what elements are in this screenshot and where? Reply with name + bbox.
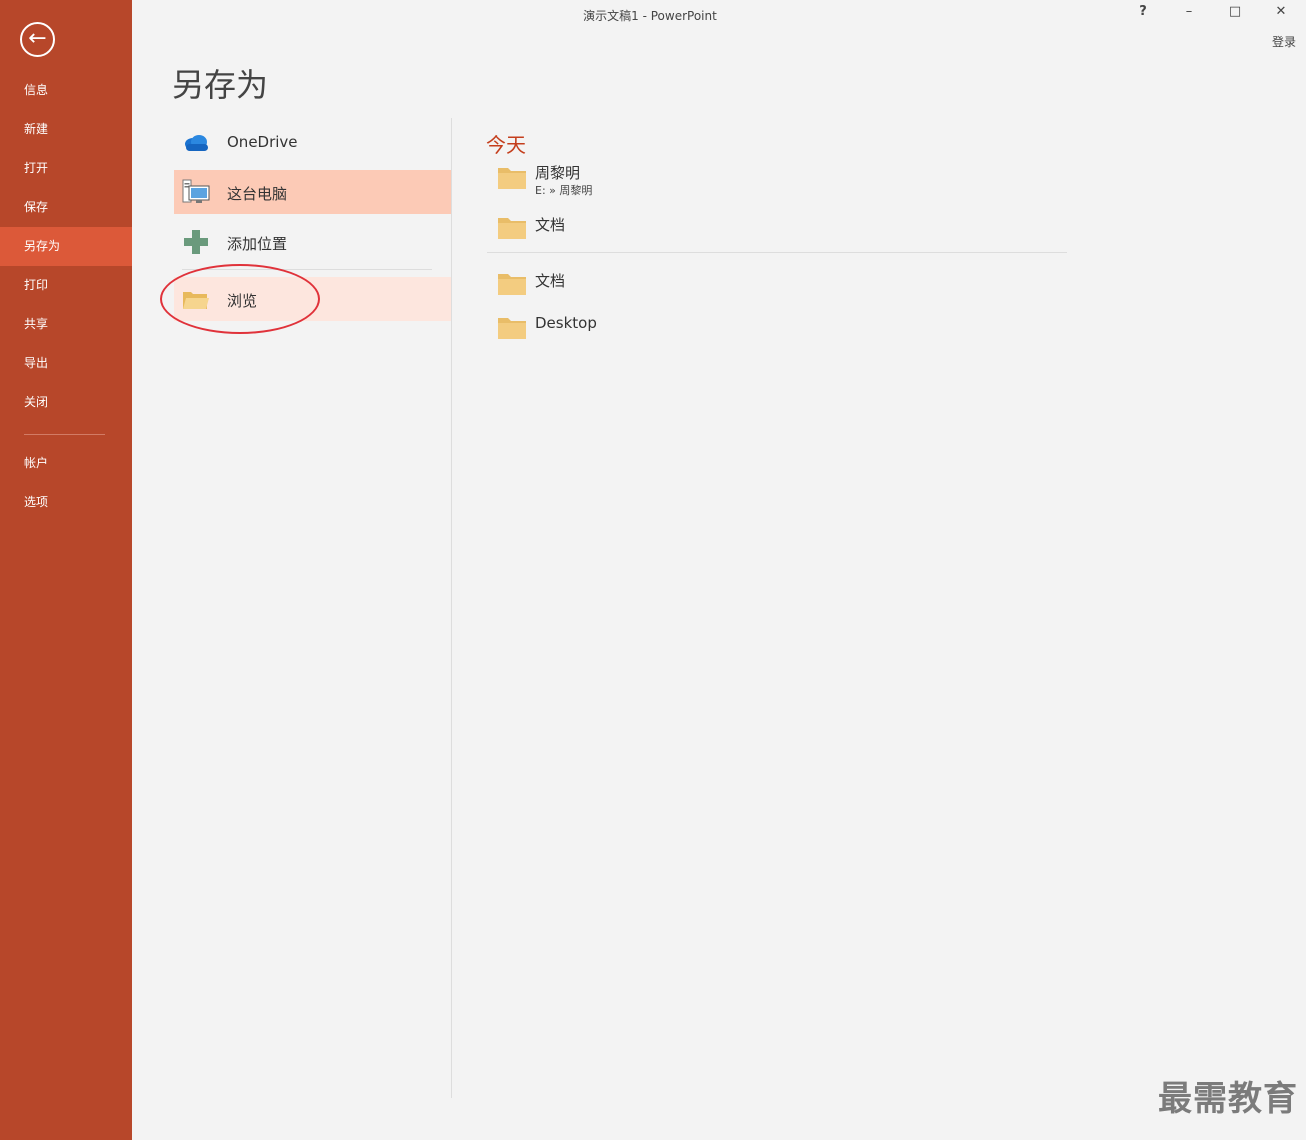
folder-icon (498, 218, 526, 239)
nav-item-new[interactable]: 新建 (0, 110, 132, 149)
signin-link[interactable]: 登录 (1272, 33, 1296, 50)
place-label: 这台电脑 (227, 185, 288, 203)
title-bar: 演示文稿1 - PowerPoint ? – □ ✕ (132, 0, 1306, 30)
section-heading-today: 今天 (486, 133, 526, 157)
folder-icon (498, 168, 526, 189)
watermark: 最需教育 (1158, 1079, 1298, 1119)
place-label: OneDrive (227, 133, 298, 151)
recent-folder[interactable]: 周黎明 E: » 周黎明 (497, 160, 797, 198)
nav-item-info[interactable]: 信息 (0, 71, 132, 110)
nav-item-save[interactable]: 保存 (0, 188, 132, 227)
nav-item-save-as[interactable]: 另存为 (0, 227, 132, 266)
onedrive-cloud-icon (185, 135, 208, 151)
folder-icon (498, 318, 526, 339)
open-folder-icon (183, 292, 209, 309)
folder-name: 文档 (535, 272, 566, 290)
nav-item-share[interactable]: 共享 (0, 305, 132, 344)
section-divider (487, 252, 1067, 253)
minimize-icon[interactable]: – (1172, 4, 1206, 24)
folder-name: Desktop (535, 314, 597, 332)
nav-item-account[interactable]: 帐户 (0, 444, 132, 483)
nav-item-export[interactable]: 导出 (0, 344, 132, 383)
folder-path: E: » 周黎明 (535, 184, 593, 197)
nav-item-print[interactable]: 打印 (0, 266, 132, 305)
close-icon[interactable]: ✕ (1264, 4, 1298, 24)
plus-icon (184, 230, 208, 254)
place-onedrive[interactable]: OneDrive (174, 120, 451, 164)
back-arrow-icon[interactable]: ← (20, 22, 55, 57)
backstage-sidebar: ← 信息 新建 打开 保存 另存为 打印 共享 导出 关闭 帐户 选项 (0, 0, 132, 1140)
window-title: 演示文稿1 - PowerPoint (583, 9, 717, 23)
nav-item-close[interactable]: 关闭 (0, 383, 132, 422)
maximize-icon[interactable]: □ (1218, 4, 1252, 24)
place-label: 浏览 (227, 292, 258, 310)
folder-name: 周黎明 (535, 164, 581, 182)
place-add-place[interactable]: 添加位置 (174, 220, 451, 264)
recent-folder[interactable]: Desktop (497, 310, 797, 348)
backstage-nav-bottom: 帐户 选项 (0, 444, 132, 522)
column-divider (451, 118, 452, 1098)
folder-name: 文档 (535, 216, 566, 234)
place-label: 添加位置 (227, 235, 288, 253)
nav-divider (24, 434, 105, 435)
help-icon[interactable]: ? (1126, 4, 1160, 24)
nav-item-options[interactable]: 选项 (0, 483, 132, 522)
computer-icon (182, 179, 210, 203)
folder-icon (498, 274, 526, 295)
page-title: 另存为 (172, 66, 269, 104)
nav-item-open[interactable]: 打开 (0, 149, 132, 188)
places-divider (182, 269, 432, 270)
backstage-nav: 信息 新建 打开 保存 另存为 打印 共享 导出 关闭 (0, 71, 132, 422)
recent-folder[interactable]: 文档 (497, 266, 797, 304)
place-this-pc[interactable]: 这台电脑 (174, 170, 451, 214)
recent-folder[interactable]: 文档 (497, 210, 797, 248)
place-browse[interactable]: 浏览 (174, 277, 451, 321)
